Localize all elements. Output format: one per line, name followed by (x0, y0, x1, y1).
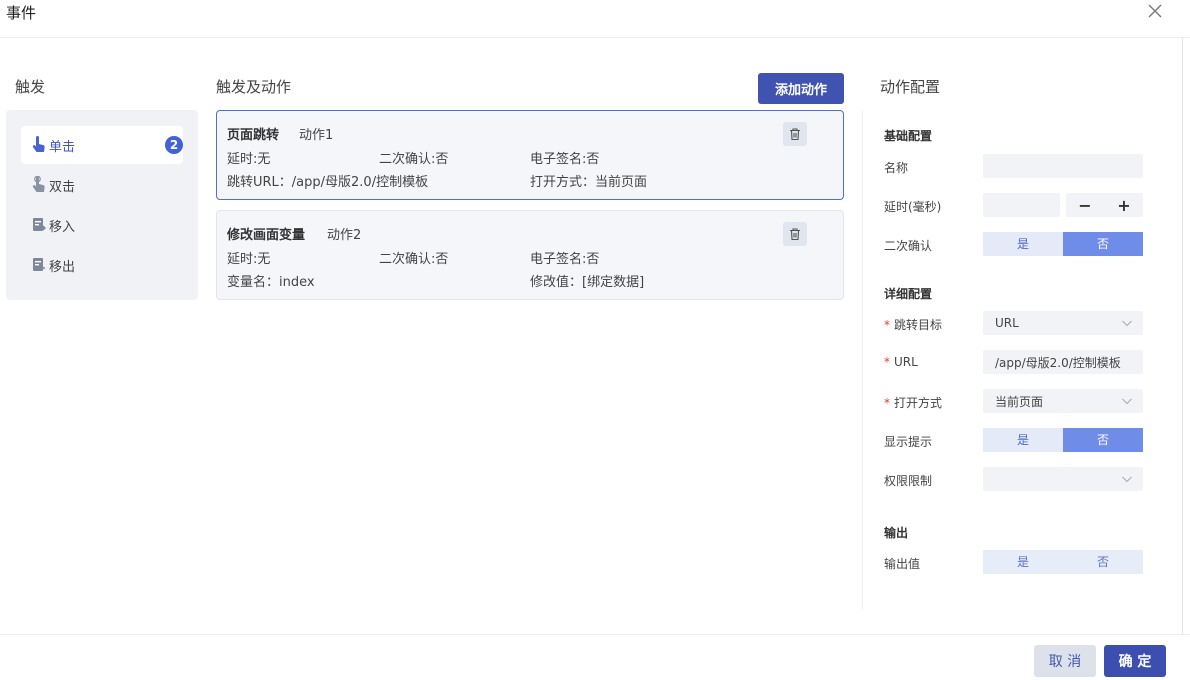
enter-doc-icon (33, 218, 46, 231)
chevron-down-icon (1122, 398, 1132, 405)
url-value: /app/母版2.0/控制模板 (995, 355, 1121, 370)
decrement-button[interactable]: − (1066, 193, 1104, 217)
output-value-label: 输出值 (884, 557, 921, 571)
trash-icon (790, 128, 800, 141)
confirm-label: 二次确认 (884, 239, 933, 253)
target-label: * 跳转目标 (884, 318, 943, 332)
trigger-item-label: 单击 (49, 139, 76, 155)
trigger-item-label: 双击 (49, 179, 76, 195)
close-icon[interactable] (1145, 1, 1165, 21)
footer-divider (0, 634, 1190, 635)
open-mode-value: 当前页面 (995, 394, 1044, 409)
action-delay: 延时:无 (227, 152, 271, 167)
action-detail-left: 跳转URL：/app/母版2.0/控制模板 (227, 175, 429, 190)
show-tip-toggle: 是 否 (983, 428, 1143, 452)
output-title: 输出 (884, 526, 909, 540)
trigger-title: 触发 (15, 78, 46, 96)
action-signature: 电子签名:否 (530, 252, 600, 267)
target-value: URL (995, 316, 1019, 330)
delete-action-button[interactable] (783, 222, 807, 246)
action-name: 页面跳转 (227, 128, 280, 143)
delay-input[interactable] (983, 193, 1060, 217)
trigger-item-label: 移入 (49, 219, 76, 235)
confirm-button[interactable]: 确 定 (1104, 645, 1166, 677)
cancel-button[interactable]: 取 消 (1034, 645, 1096, 677)
action-confirm: 二次确认:否 (379, 152, 449, 167)
action-card[interactable]: 修改画面变量 动作2 延时:无 二次确认:否 电子签名:否 变量名：index … (216, 210, 844, 300)
toggle-no[interactable]: 否 (1063, 428, 1143, 452)
toggle-yes[interactable]: 是 (983, 428, 1063, 452)
action-card[interactable]: 页面跳转 动作1 延时:无 二次确认:否 电子签名:否 跳转URL：/app/母… (216, 110, 844, 200)
toggle-yes[interactable]: 是 (983, 550, 1063, 574)
trigger-item-double-click[interactable]: 双击 (21, 166, 183, 204)
basic-config-title: 基础配置 (884, 129, 933, 143)
increment-button[interactable]: + (1105, 193, 1143, 217)
leave-doc-icon (33, 258, 45, 271)
action-signature: 电子签名:否 (530, 152, 600, 167)
delete-action-button[interactable] (783, 122, 807, 146)
pointer-hand-icon (32, 136, 45, 152)
double-tap-icon (32, 176, 45, 192)
trigger-panel: 单击 2 双击 移入 移出 (6, 110, 198, 300)
trigger-item-click[interactable]: 单击 2 (21, 126, 183, 164)
trigger-item-mouse-leave[interactable]: 移出 (21, 246, 183, 284)
delay-label: 延时(毫秒) (884, 200, 942, 214)
permission-select[interactable] (983, 467, 1143, 491)
count-badge: 2 (165, 136, 183, 154)
actions-title: 触发及动作 (216, 78, 292, 96)
detail-config-title: 详细配置 (884, 287, 933, 301)
action-index: 动作1 (299, 128, 334, 143)
add-action-button[interactable]: 添加动作 (758, 73, 844, 104)
action-detail-right: 修改值：[绑定数据] (530, 275, 645, 290)
dialog-title: 事件 (6, 4, 37, 22)
toggle-no[interactable]: 否 (1063, 232, 1143, 256)
dialog-header: 事件 (0, 0, 1190, 38)
panel-divider (1182, 38, 1183, 634)
action-detail-left: 变量名：index (227, 275, 315, 290)
action-detail-right: 打开方式：当前页面 (530, 175, 648, 190)
delay-stepper: − + (1066, 193, 1143, 217)
chevron-down-icon (1122, 320, 1132, 327)
config-title: 动作配置 (880, 78, 941, 96)
permission-label: 权限限制 (884, 474, 933, 488)
toggle-no[interactable]: 否 (1063, 550, 1143, 574)
target-select[interactable]: URL (983, 311, 1143, 335)
open-mode-label: * 打开方式 (884, 396, 943, 410)
action-name: 修改画面变量 (227, 228, 306, 243)
action-delay: 延时:无 (227, 252, 271, 267)
trash-icon (790, 228, 800, 241)
output-toggle: 是 否 (983, 550, 1143, 574)
confirm-toggle: 是 否 (983, 232, 1143, 256)
name-input[interactable] (983, 154, 1143, 178)
name-label: 名称 (884, 161, 909, 175)
trigger-item-label: 移出 (49, 259, 76, 275)
show-tip-label: 显示提示 (884, 435, 933, 449)
url-label: * URL (884, 355, 918, 369)
url-input[interactable]: /app/母版2.0/控制模板 (983, 350, 1143, 374)
action-index: 动作2 (327, 228, 362, 243)
chevron-down-icon (1122, 476, 1132, 483)
action-confirm: 二次确认:否 (379, 252, 449, 267)
open-mode-select[interactable]: 当前页面 (983, 389, 1143, 413)
toggle-yes[interactable]: 是 (983, 232, 1063, 256)
trigger-item-mouse-enter[interactable]: 移入 (21, 206, 183, 244)
